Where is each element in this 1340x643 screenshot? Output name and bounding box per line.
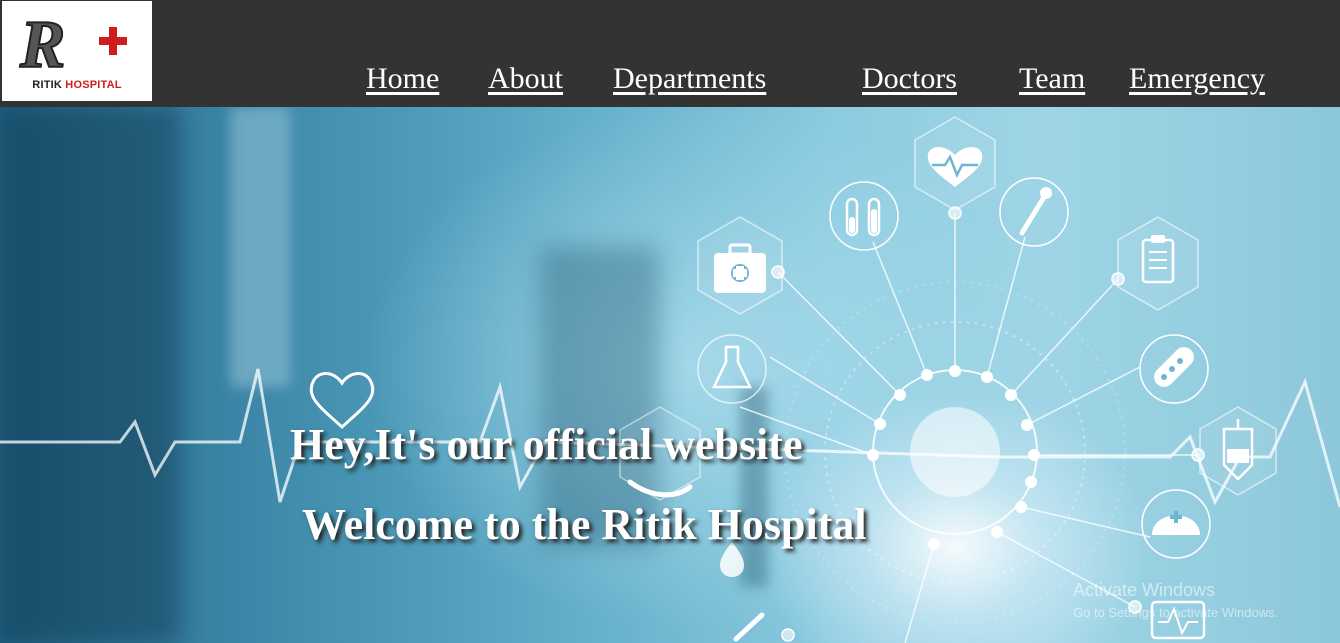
nav-doctors-link[interactable]: Doctors: [862, 62, 957, 96]
nav-departments-link[interactable]: Departments: [613, 62, 766, 96]
logo-name: RITIK HOSPITAL: [2, 79, 152, 91]
first-aid-kit-icon: [697, 216, 783, 315]
hospital-logo[interactable]: R RITIK HOSPITAL: [2, 1, 152, 101]
iv-bag-icon: [1199, 406, 1277, 496]
syringe-icon: [733, 612, 795, 642]
activation-watermark-title: Activate Windows: [1073, 580, 1216, 600]
test-tubes-icon: [829, 181, 899, 251]
flask-icon: [697, 334, 767, 404]
nav-home-link[interactable]: Home: [366, 62, 439, 96]
clipboard-icon: [1117, 216, 1199, 311]
svg-text:R: R: [19, 6, 65, 82]
heart-rate-icon: [914, 116, 996, 211]
dropper-icon: [999, 177, 1069, 247]
logo-name-part1: RITIK: [32, 79, 63, 91]
pills-icon: [1139, 334, 1209, 404]
nav-emergency-link[interactable]: Emergency: [1129, 62, 1265, 96]
nav-about-link[interactable]: About: [488, 62, 563, 96]
navbar: R RITIK HOSPITAL Home About Departments …: [0, 0, 1340, 107]
medical-network-graphic: [0, 116, 1340, 643]
nurse-cap-icon: [1141, 489, 1211, 559]
nav-team-link[interactable]: Team: [1019, 62, 1085, 96]
hero-headline: Hey,It's our official website: [290, 420, 803, 469]
hero-banner: Hey,It's our official website Welcome to…: [0, 107, 1340, 643]
logo-name-part2: HOSPITAL: [65, 79, 122, 91]
activation-watermark-subtitle: Go to Settings to activate Windows.: [1073, 605, 1279, 620]
hero-subheadline: Welcome to the Ritik Hospital: [302, 500, 867, 549]
